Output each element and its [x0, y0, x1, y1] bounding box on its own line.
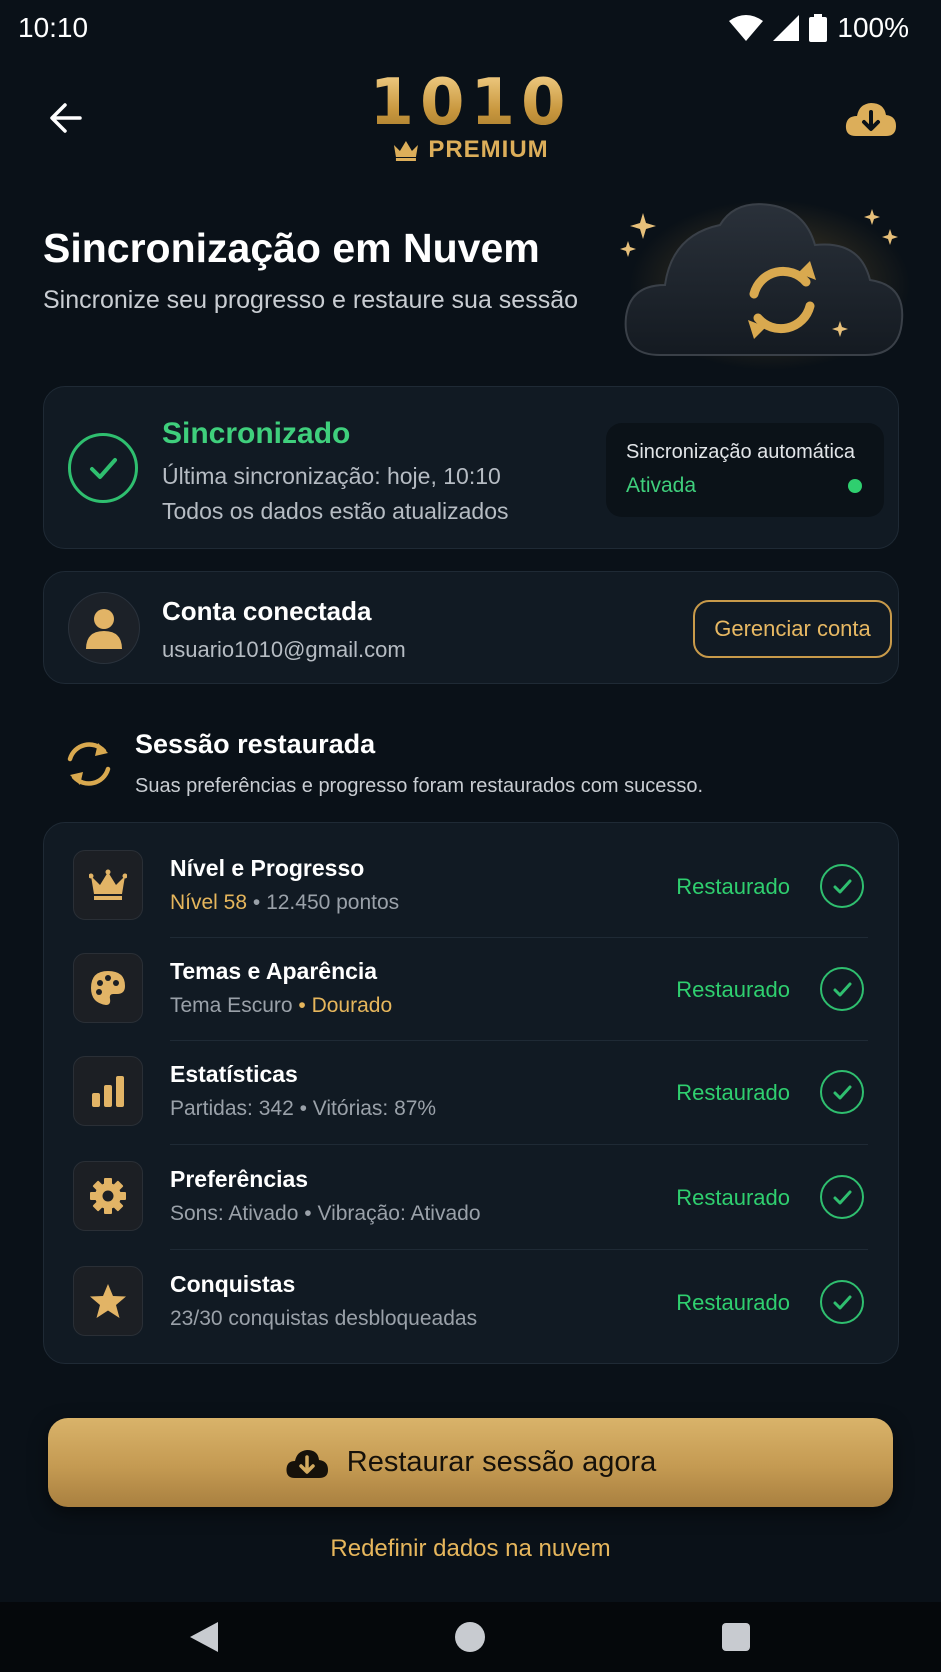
battery-percent: 100%: [837, 12, 909, 43]
premium-label: PREMIUM: [428, 136, 549, 163]
session-description: Suas preferências e progresso foram rest…: [135, 775, 704, 797]
system-navigation-bar: [0, 1602, 941, 1672]
cloud-download-icon: [286, 1449, 328, 1478]
item-subtitle-rest: • 12.450 pontos: [247, 891, 400, 914]
item-subtitle: Sons: Ativado • Vibração: Ativado: [170, 1202, 481, 1225]
item-subtitle: Partidas: 342 • Vitórias: 87%: [170, 1097, 437, 1120]
sync-texts: Sincronizado Última sincronização: hoje,…: [162, 417, 509, 525]
item-status: Restaurado: [676, 1290, 790, 1315]
arrow-left-icon: [50, 103, 82, 133]
nav-back-icon[interactable]: [190, 1622, 218, 1652]
auto-sync-label: Sincronização automática: [626, 441, 856, 463]
top-bar: 1010 PREMIUM: [0, 62, 941, 172]
item-subtitle: 23/30 conquistas desbloqueadas: [170, 1307, 478, 1330]
item-subtitle: Nível 58 • 12.450 pontos: [170, 891, 399, 915]
premium-badge: PREMIUM: [369, 136, 571, 164]
item-subtitle: Tema Escuro • Dourado: [170, 994, 392, 1018]
crown-icon: [394, 141, 419, 161]
sync-check-icon: [68, 433, 138, 503]
item-subtitle-highlight: Nível 58: [170, 891, 248, 914]
item-status: Restaurado: [676, 1185, 790, 1210]
account-email: usuario1010@gmail.com: [162, 637, 406, 662]
nav-recents-icon[interactable]: [722, 1623, 750, 1651]
session-title: Sessão restaurada: [135, 729, 376, 759]
restored-items-card: Nível e Progresso Nível 58 • 12.450 pont…: [43, 822, 899, 1364]
restore-session-label: Restaurar sessão agora: [346, 1446, 657, 1478]
status-bar: 10:10 100%: [0, 0, 941, 56]
item-title: Estatísticas: [170, 1061, 298, 1087]
account-title: Conta conectada: [162, 596, 372, 626]
wifi-icon: [729, 15, 764, 41]
list-item-stats[interactable]: Estatísticas Partidas: 342 • Vitórias: 8…: [44, 1029, 900, 1133]
item-title: Conquistas: [170, 1271, 296, 1297]
item-subtitle-highlight: • Dourado: [298, 994, 393, 1017]
reset-cloud-data-link[interactable]: Redefinir dados na nuvem: [0, 1535, 941, 1563]
list-item-themes[interactable]: Temas e Aparência Tema Escuro • Dourado …: [44, 926, 900, 1030]
item-status: Restaurado: [676, 977, 790, 1002]
check-icon: [820, 1280, 864, 1324]
nav-home-icon[interactable]: [455, 1622, 485, 1652]
auto-sync-status: Ativada: [626, 474, 697, 497]
cloud-download-button[interactable]: [841, 90, 901, 146]
sync-detail-text: Todos os dados estão atualizados: [162, 498, 509, 524]
item-status: Restaurado: [676, 1080, 790, 1105]
last-sync-text: Última sincronização: hoje, 10:10: [162, 463, 501, 489]
user-icon: [86, 609, 122, 649]
list-item-achievements[interactable]: Conquistas 23/30 conquistas desbloqueada…: [44, 1239, 900, 1343]
account-texts: Conta conectada usuario1010@gmail.com: [162, 596, 406, 663]
logo-number: 1010: [369, 66, 572, 140]
sync-status-card: Sincronizado Última sincronização: hoje,…: [43, 386, 899, 549]
page-title: Sincronização em Nuvem: [43, 225, 540, 271]
item-title: Nível e Progresso: [170, 855, 365, 881]
page-subtitle: Sincronize seu progresso e restaure sua …: [43, 286, 579, 314]
status-dot-icon: [848, 479, 862, 493]
item-title: Preferências: [170, 1166, 309, 1192]
sync-title: Sincronizado: [162, 417, 351, 450]
restore-session-button[interactable]: Restaurar sessão agora: [48, 1418, 893, 1507]
hero-section: Sincronização em Nuvem Sincronize seu pr…: [43, 222, 643, 315]
item-status: Restaurado: [676, 874, 790, 899]
avatar: [68, 592, 140, 664]
gear-icon: [73, 1161, 143, 1231]
refresh-icon: [67, 742, 111, 786]
session-restored-header: Sessão restaurada Suas preferências e pr…: [62, 725, 882, 805]
status-time: 10:10: [18, 12, 89, 43]
cloud-download-icon: [845, 103, 896, 136]
account-card: Conta conectada usuario1010@gmail.com Ge…: [43, 571, 899, 684]
check-icon: [820, 864, 864, 908]
crown-icon: [73, 850, 143, 920]
app-logo: 1010 PREMIUM: [369, 70, 571, 164]
check-icon: [820, 967, 864, 1011]
battery-icon: [809, 14, 828, 42]
auto-sync-toggle[interactable]: Sincronização automática Ativada: [606, 423, 884, 517]
back-button[interactable]: [40, 92, 92, 144]
list-item-level[interactable]: Nível e Progresso Nível 58 • 12.450 pont…: [44, 823, 900, 927]
manage-account-button[interactable]: Gerenciar conta: [693, 600, 892, 658]
item-title: Temas e Aparência: [170, 958, 378, 984]
bar-chart-icon: [73, 1056, 143, 1126]
list-item-preferences[interactable]: Preferências Sons: Ativado • Vibração: A…: [44, 1134, 900, 1238]
palette-icon: [73, 953, 143, 1023]
status-icons: 100%: [729, 12, 909, 44]
cloud-sync-illustration-icon: [620, 200, 910, 370]
star-icon: [73, 1266, 143, 1336]
check-icon: [820, 1070, 864, 1114]
check-icon: [820, 1175, 864, 1219]
signal-icon: [773, 15, 800, 41]
item-subtitle-rest: Tema Escuro: [170, 994, 299, 1017]
